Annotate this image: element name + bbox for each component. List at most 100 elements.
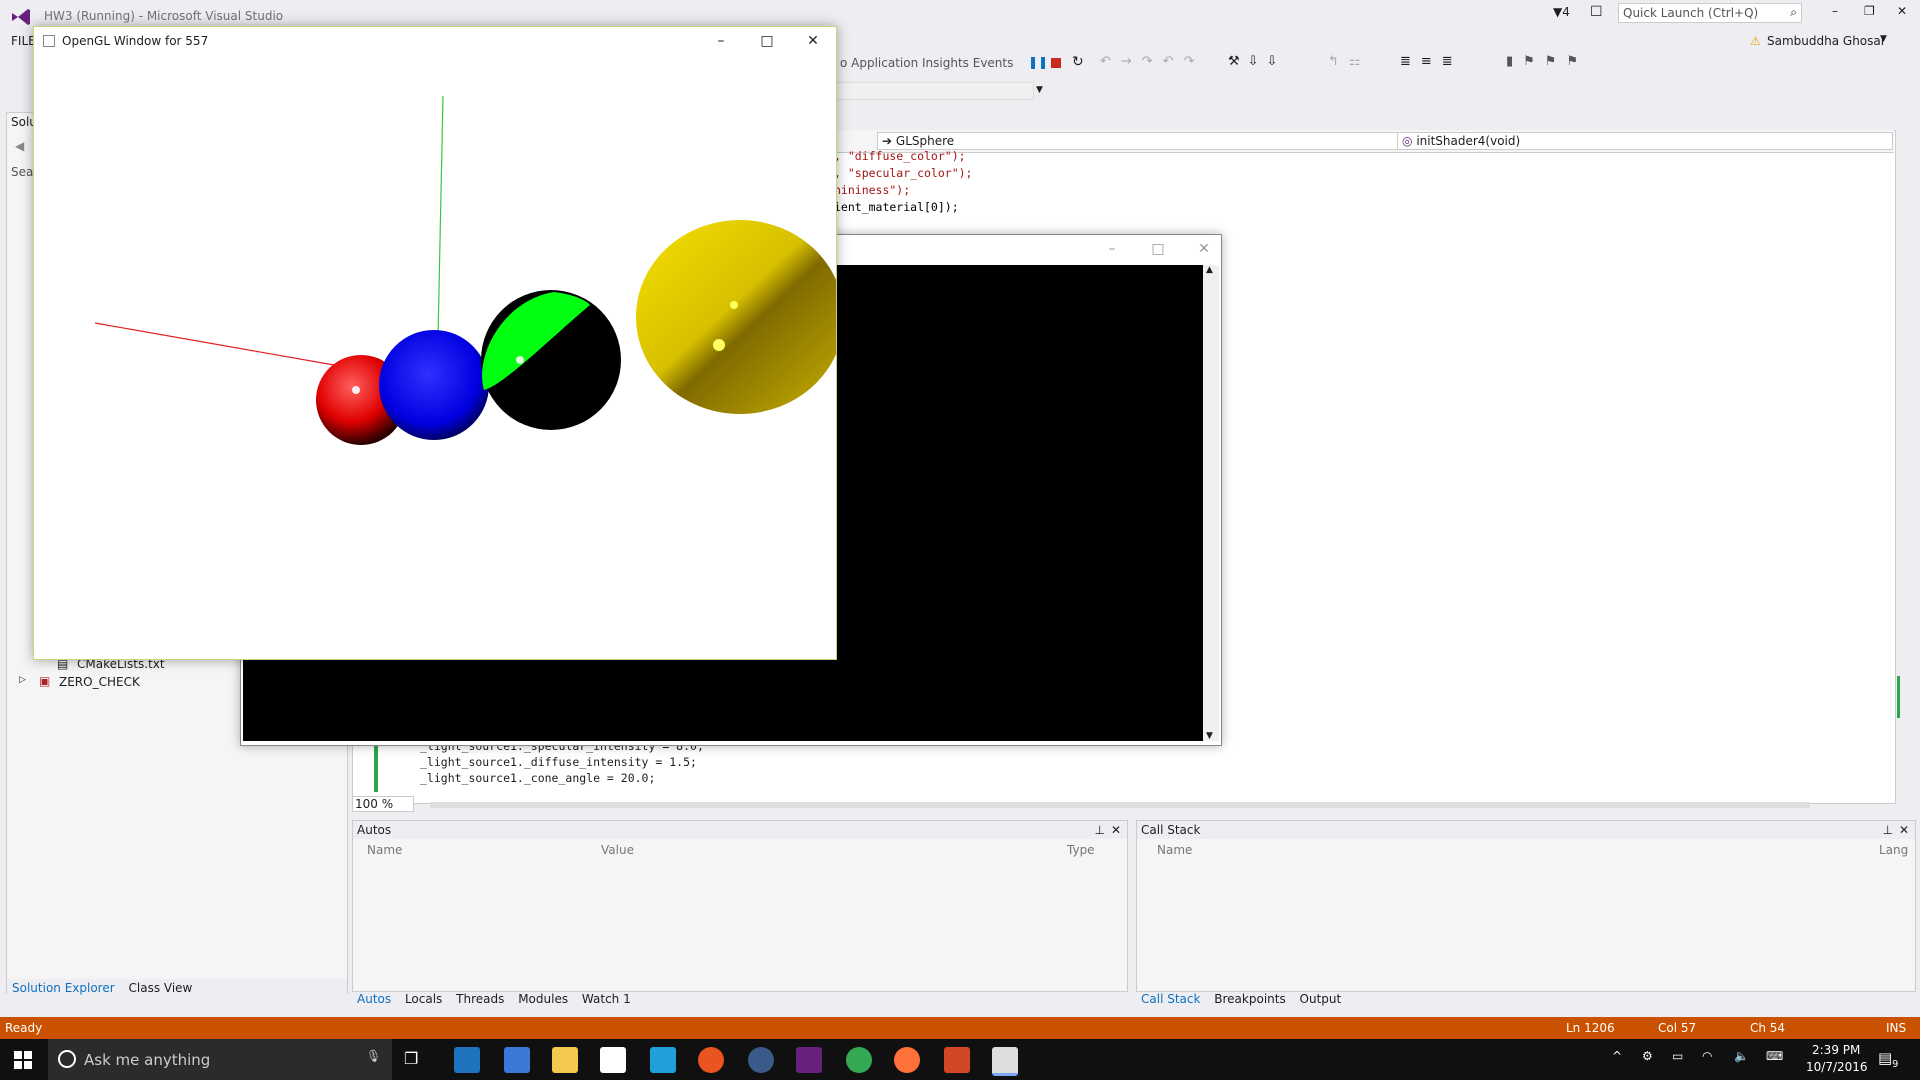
- windows-start-icon[interactable]: [14, 1051, 32, 1069]
- tab-solution-explorer[interactable]: Solution Explorer: [7, 979, 120, 997]
- minimize-button[interactable]: –: [1832, 4, 1838, 18]
- autos-close-icon[interactable]: ✕: [1111, 823, 1121, 837]
- feedback-icon[interactable]: ☐: [1590, 4, 1603, 20]
- restart-icon[interactable]: ↻: [1072, 54, 1084, 70]
- expand-icon[interactable]: ▷: [19, 675, 26, 685]
- member-icon: ◎: [1402, 134, 1413, 148]
- action-center-icon[interactable]: ▤: [1878, 1049, 1892, 1067]
- microphone-icon[interactable]: 🎙: [366, 1049, 381, 1063]
- user-dropdown-icon[interactable]: ▼: [1880, 34, 1887, 44]
- tab-breakpoints[interactable]: Breakpoints: [1209, 990, 1290, 1008]
- console-scrollbar[interactable]: ▲ ▼: [1203, 265, 1219, 741]
- class-dropdown-icon: ➔: [882, 134, 893, 148]
- debug-tools-icons[interactable]: ⚒⇩⇩: [1228, 54, 1285, 69]
- opengl-minimize-button[interactable]: –: [698, 27, 744, 55]
- clock-date[interactable]: 10/7/2016: [1806, 1060, 1868, 1074]
- code-line: , "diffuse_color");: [834, 149, 966, 163]
- console-minimize-button[interactable]: –: [1089, 235, 1135, 263]
- opengl-canvas[interactable]: [34, 55, 836, 657]
- opengl-close-button[interactable]: ✕: [790, 27, 836, 55]
- step-icons[interactable]: ↶→↷↶↷: [1100, 54, 1204, 69]
- callstack-pin-icon[interactable]: ⊥: [1883, 823, 1893, 837]
- horizontal-scrollbar[interactable]: [430, 802, 1810, 808]
- hidden-icons-chevron-icon[interactable]: ^: [1612, 1049, 1622, 1063]
- toolbar-dropdown-icon[interactable]: ▼: [1036, 85, 1043, 95]
- back-icon[interactable]: ◀: [15, 139, 24, 153]
- status-char: Ch 54: [1750, 1021, 1786, 1035]
- callstack-col-lang: Lang: [1879, 843, 1909, 857]
- tab-class-view[interactable]: Class View: [124, 979, 198, 997]
- search-icon: ⌕: [1790, 5, 1797, 19]
- opengl-app-taskbar-icon[interactable]: [992, 1047, 1018, 1076]
- tab-call-stack[interactable]: Call Stack: [1136, 990, 1205, 1008]
- tab-watch-1[interactable]: Watch 1: [577, 990, 636, 1008]
- edge-icon[interactable]: [454, 1047, 480, 1073]
- console-scroll-down-icon[interactable]: ▼: [1206, 731, 1213, 741]
- window-title: HW3 (Running) - Microsoft Visual Studio: [44, 9, 284, 23]
- tab-locals[interactable]: Locals: [400, 990, 447, 1008]
- toolbar-insights-text[interactable]: o Application Insights Events: [840, 56, 1013, 70]
- quick-launch-input[interactable]: Quick Launch (Ctrl+Q) ⌕: [1618, 3, 1802, 23]
- chrome-icon[interactable]: [846, 1047, 872, 1073]
- user-name[interactable]: Sambuddha Ghosal: [1767, 34, 1884, 48]
- console-close-button[interactable]: ✕: [1181, 235, 1227, 263]
- zoom-dropdown[interactable]: 100 %: [352, 796, 414, 812]
- format-icons[interactable]: ↰⚏: [1328, 54, 1371, 69]
- cortana-search-box[interactable]: Ask me anything 🎙: [48, 1039, 392, 1080]
- pause-icon[interactable]: ❚❚: [1028, 55, 1048, 69]
- opengl-window-icon: [43, 35, 55, 47]
- project-icon: ▣: [39, 674, 51, 688]
- member-dropdown[interactable]: ◎ initShader4(void): [1397, 132, 1893, 150]
- tab-threads[interactable]: Threads: [451, 990, 509, 1008]
- bookmark-icons[interactable]: ▮⚑⚑⚑: [1506, 54, 1588, 69]
- yellow-sphere-highlight-2: [730, 301, 738, 309]
- opengl-window[interactable]: OpenGL Window for 557 – □ ✕: [33, 26, 837, 660]
- autos-pin-icon[interactable]: ⊥: [1095, 823, 1105, 837]
- powerpoint-icon[interactable]: [944, 1047, 970, 1073]
- windows-taskbar: Ask me anything 🎙 ❐ ^ ⚙ ▭ ◠ 🔈 ⌨ 2:39 PM …: [0, 1039, 1920, 1080]
- close-button[interactable]: ✕: [1897, 4, 1907, 18]
- menu-file[interactable]: FILE: [11, 34, 36, 48]
- opengl-maximize-button[interactable]: □: [744, 27, 790, 55]
- toolbar-combobox[interactable]: [836, 82, 1034, 100]
- firefox-icon[interactable]: [894, 1047, 920, 1073]
- file-explorer-icon[interactable]: [552, 1047, 578, 1073]
- console-maximize-button[interactable]: □: [1135, 235, 1181, 263]
- code-line: , "specular_color");: [834, 166, 973, 180]
- console-scroll-up-icon[interactable]: ▲: [1206, 265, 1213, 275]
- cortana-search-placeholder: Ask me anything: [84, 1051, 211, 1069]
- restore-button[interactable]: ❐: [1864, 4, 1875, 18]
- network-app-icon[interactable]: ⚙: [1642, 1049, 1653, 1063]
- store-icon[interactable]: [600, 1047, 626, 1073]
- tab-modules[interactable]: Modules: [513, 990, 573, 1008]
- member-dropdown-value: initShader4(void): [1416, 134, 1521, 148]
- app-circle-icon[interactable]: [748, 1047, 774, 1073]
- tab-autos[interactable]: Autos: [352, 990, 396, 1008]
- callstack-panel: Call Stack ✕ ⊥ Name Lang: [1136, 820, 1916, 992]
- zoom-value: 100 %: [355, 797, 394, 811]
- keyboard-icon[interactable]: ⌨: [1766, 1049, 1783, 1063]
- y-axis-line: [437, 95, 444, 339]
- visual-studio-taskbar-icon[interactable]: [796, 1047, 822, 1073]
- task-view-icon[interactable]: ❐: [404, 1049, 418, 1068]
- notification-flag-icon[interactable]: ▼4: [1553, 5, 1570, 19]
- tab-output[interactable]: Output: [1295, 990, 1347, 1008]
- opengl-titlebar[interactable]: OpenGL Window for 557 – □ ✕: [34, 27, 836, 55]
- visual-studio-logo-icon: [12, 9, 30, 25]
- clock-time[interactable]: 2:39 PM: [1812, 1043, 1860, 1057]
- battery-icon[interactable]: ▭: [1672, 1049, 1683, 1063]
- autos-col-name: Name: [367, 843, 403, 857]
- status-line: Ln 1206: [1566, 1021, 1615, 1035]
- stop-icon[interactable]: [1051, 58, 1061, 68]
- status-column: Col 57: [1658, 1021, 1697, 1035]
- notification-count: 4: [1562, 5, 1570, 19]
- volume-icon[interactable]: 🔈: [1734, 1049, 1749, 1063]
- wifi-icon[interactable]: ◠: [1702, 1049, 1712, 1063]
- autos-title: Autos: [353, 821, 1127, 839]
- ubuntu-icon[interactable]: [698, 1047, 724, 1073]
- remote-desktop-icon[interactable]: [504, 1047, 530, 1073]
- callstack-close-icon[interactable]: ✕: [1899, 823, 1909, 837]
- app-snowflake-icon[interactable]: [650, 1047, 676, 1073]
- align-icons[interactable]: ≣≡≣: [1400, 54, 1463, 69]
- solution-item-zero-check[interactable]: ZERO_CHECK: [59, 675, 140, 689]
